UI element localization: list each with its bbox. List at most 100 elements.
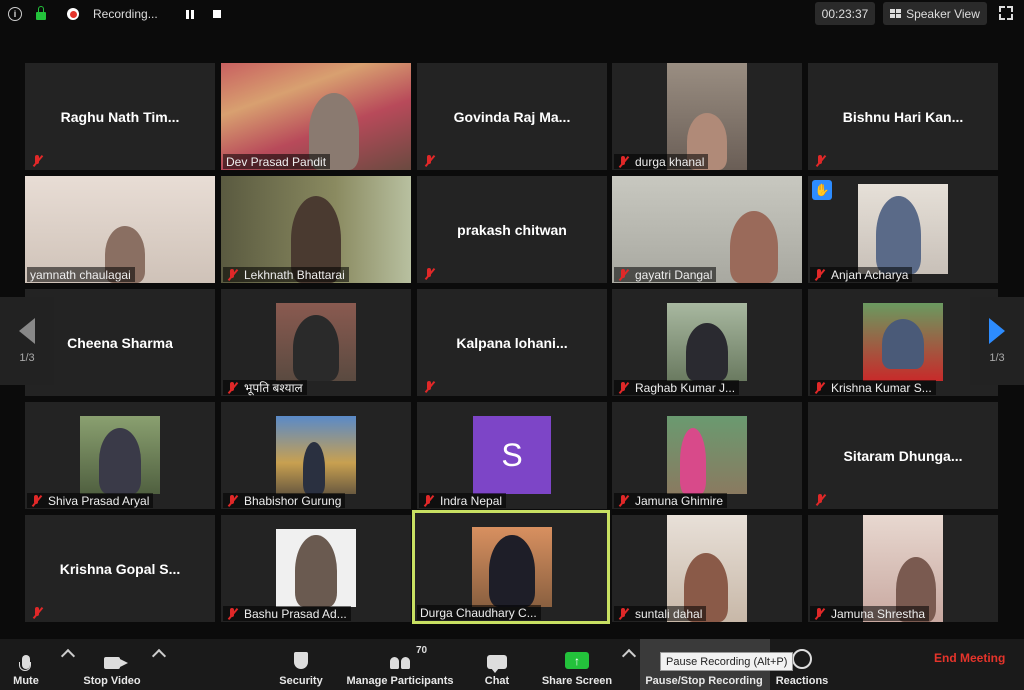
participant-tile[interactable]: durga khanal xyxy=(612,63,802,170)
participant-label: Raghab Kumar J... xyxy=(614,380,740,395)
fullscreen-icon[interactable] xyxy=(999,6,1013,20)
participant-tile[interactable]: Govinda Raj Ma... xyxy=(417,63,607,170)
participant-figure xyxy=(293,315,339,381)
muted-mic-icon xyxy=(226,268,240,281)
participants-icon xyxy=(390,657,410,669)
muted-mic-icon xyxy=(617,381,631,394)
participant-name: Raghu Nath Tim... xyxy=(60,108,180,125)
microphone-icon xyxy=(19,655,31,671)
participant-tile[interactable]: ✋ Anjan Acharya xyxy=(808,176,998,283)
participant-name: Anjan Acharya xyxy=(831,267,909,282)
participant-label: Dev Prasad Pandit xyxy=(223,154,331,169)
security-button[interactable]: Security xyxy=(278,639,324,690)
participant-tile[interactable]: Bhabishor Gurung xyxy=(221,402,411,509)
muted-mic-icon xyxy=(813,607,827,620)
participant-label: भूपति बश्याल xyxy=(223,380,307,395)
end-meeting-button[interactable]: End Meeting xyxy=(934,651,1005,665)
participant-tile[interactable]: Shiva Prasad Aryal xyxy=(25,402,215,509)
lock-icon[interactable] xyxy=(36,0,46,28)
participant-name: Bhabishor Gurung xyxy=(244,493,342,508)
participant-figure xyxy=(295,535,337,607)
stop-video-button[interactable]: Stop Video xyxy=(80,639,144,690)
share-options-caret-icon[interactable] xyxy=(621,648,637,664)
participant-video xyxy=(667,416,747,494)
participant-label: Anjan Acharya xyxy=(810,267,913,282)
participant-name: Lekhnath Bhattarai xyxy=(244,267,345,282)
participant-tile[interactable]: Kalpana lohani... xyxy=(417,289,607,396)
participant-name: suntali dahal xyxy=(635,606,703,621)
stop-video-label: Stop Video xyxy=(83,675,141,687)
participant-name: prakash chitwan xyxy=(457,221,567,238)
participant-name: Dev Prasad Pandit xyxy=(226,154,327,169)
participant-tile-active-speaker[interactable]: Durga Chaudhary C... xyxy=(412,510,610,624)
participant-tile[interactable]: Jamuna Ghimire xyxy=(612,402,802,509)
participant-tile[interactable]: gayatri Dangal xyxy=(612,176,802,283)
info-icon[interactable]: i xyxy=(8,0,22,28)
participant-tile[interactable]: Raghab Kumar J... xyxy=(612,289,802,396)
participant-name: Jamuna Ghimire xyxy=(635,493,724,508)
next-page-button[interactable]: 1/3 xyxy=(970,297,1024,385)
mute-label: Mute xyxy=(13,675,39,687)
share-screen-button[interactable]: ↑ Share Screen xyxy=(540,639,614,690)
muted-mic-icon xyxy=(813,381,827,394)
manage-participants-button[interactable]: 70 Manage Participants xyxy=(344,639,456,690)
muted-mic-icon xyxy=(617,155,631,168)
participant-tile[interactable]: Raghu Nath Tim... xyxy=(25,63,215,170)
participant-label: suntali dahal xyxy=(614,606,707,621)
video-options-caret-icon[interactable] xyxy=(151,648,167,664)
muted-mic-icon xyxy=(617,607,631,620)
participant-figure xyxy=(489,535,535,607)
muted-mic-icon xyxy=(226,381,240,394)
participant-name: Krishna Gopal S... xyxy=(59,560,181,577)
participant-label: Shiva Prasad Aryal xyxy=(27,493,154,508)
participant-figure xyxy=(686,323,728,381)
participant-tile[interactable]: suntali dahal xyxy=(612,515,802,622)
participant-tile[interactable]: Dev Prasad Pandit xyxy=(221,63,411,170)
participants-count: 70 xyxy=(416,645,428,656)
participant-tile[interactable]: Jamuna Shrestha xyxy=(808,515,998,622)
participant-name: Jamuna Shrestha xyxy=(831,606,926,621)
participant-figure xyxy=(99,428,141,494)
chat-label: Chat xyxy=(484,675,510,687)
muted-mic-icon xyxy=(423,268,437,280)
pause-recording-tooltip: Pause Recording (Alt+P) xyxy=(660,652,794,671)
participant-label: Jamuna Shrestha xyxy=(810,606,930,621)
speaker-view-button[interactable]: Speaker View xyxy=(883,2,987,25)
participant-tile[interactable]: Sitaram Dhunga... xyxy=(808,402,998,509)
participant-tile[interactable]: भूपति बश्याल xyxy=(221,289,411,396)
participant-tile[interactable]: Lekhnath Bhattarai xyxy=(221,176,411,283)
pause-recording-icon[interactable] xyxy=(186,0,194,28)
participant-tile[interactable]: prakash chitwan xyxy=(417,176,607,283)
participant-label: Indra Nepal xyxy=(419,493,507,508)
muted-mic-icon xyxy=(617,268,631,281)
muted-mic-icon xyxy=(31,607,45,619)
reactions-icon xyxy=(792,649,812,669)
muted-mic-icon xyxy=(617,494,631,507)
participant-name: Govinda Raj Ma... xyxy=(453,108,571,125)
chat-button[interactable]: Chat xyxy=(480,639,514,690)
participant-name: Bishnu Hari Kan... xyxy=(842,108,964,125)
speaker-view-label: Speaker View xyxy=(906,6,980,21)
participant-label: yamnath chaulagai xyxy=(27,267,135,282)
top-bar: i Recording... 00:23:37 Speaker View xyxy=(0,0,1024,28)
previous-page-button[interactable]: 1/3 xyxy=(0,297,54,385)
stop-recording-icon[interactable] xyxy=(213,0,221,28)
audio-options-caret-icon[interactable] xyxy=(60,648,76,664)
participant-tile[interactable]: S Indra Nepal xyxy=(417,402,607,509)
share-screen-label: Share Screen xyxy=(541,675,613,687)
mute-button[interactable]: Mute xyxy=(8,639,44,690)
participant-tile[interactable]: Bishnu Hari Kan... xyxy=(808,63,998,170)
participant-label: durga khanal xyxy=(614,154,709,169)
participant-tile[interactable]: Krishna Gopal S... xyxy=(25,515,215,622)
page-indicator: 1/3 xyxy=(19,352,35,364)
participant-label: Jamuna Ghimire xyxy=(614,493,728,508)
participant-label: Durga Chaudhary C... xyxy=(417,605,541,620)
participant-tile[interactable]: Bashu Prasad Ad... xyxy=(221,515,411,622)
muted-mic-icon xyxy=(814,155,828,167)
participant-name: Kalpana lohani... xyxy=(456,334,568,351)
participant-label: Lekhnath Bhattarai xyxy=(223,267,349,282)
participant-figure xyxy=(680,428,706,494)
participant-tile[interactable]: yamnath chaulagai xyxy=(25,176,215,283)
participant-figure xyxy=(882,319,924,369)
participant-name: yamnath chaulagai xyxy=(30,267,131,282)
